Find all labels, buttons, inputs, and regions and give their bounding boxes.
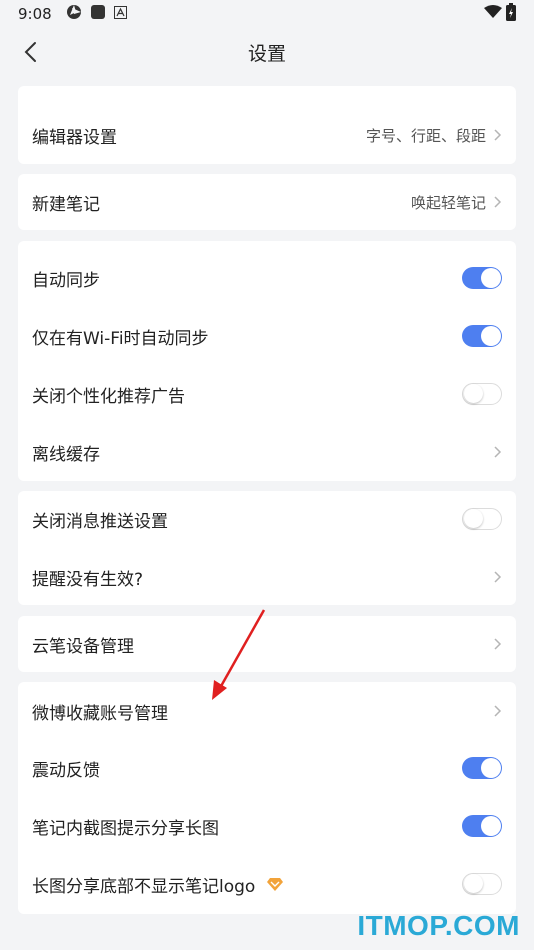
chevron-right-icon [494,638,502,650]
chevron-right-icon [494,446,502,458]
chevron-right-icon [494,705,502,717]
row-new-note[interactable]: 新建笔记 唤起轻笔记 [18,177,516,227]
row-label: 关闭消息推送设置 [32,511,168,532]
row-label: 仅在有Wi-Fi时自动同步 [32,328,209,349]
row-label: 关闭个性化推荐广告 [32,386,185,407]
status-time: 9:08 [18,5,52,23]
row-value: 字号、行距、段距 [365,126,486,145]
chevron-right-icon [494,571,502,583]
row-close-push: 关闭消息推送设置 [18,494,516,544]
close-ads-toggle[interactable] [462,383,502,405]
row-label: 离线缓存 [32,444,100,465]
chevron-right-icon [494,196,502,208]
status-bar: 9:08 [0,0,534,28]
square-icon [90,4,106,24]
row-weibo-account[interactable]: 微博收藏账号管理 [18,686,516,736]
close-push-toggle[interactable] [462,508,502,530]
font-a-icon [113,5,127,23]
card-misc: 微博收藏账号管理 震动反馈 笔记内截图提示分享长图 长图分享底部不显示笔记log… [18,682,516,914]
wifi-sync-toggle[interactable] [462,325,502,347]
row-label: 新建笔记 [32,194,100,215]
row-label: 提醒没有生效? [32,569,144,590]
card-sync: 自动同步 仅在有Wi-Fi时自动同步 关闭个性化推荐广告 离线缓存 [18,241,516,481]
row-close-ads: 关闭个性化推荐广告 [18,369,516,419]
row-device-management[interactable]: 云笔设备管理 [18,619,516,669]
chevron-left-icon [24,42,36,62]
row-label: 云笔设备管理 [32,636,134,657]
card-device: 云笔设备管理 [18,616,516,672]
card-push: 关闭消息推送设置 提醒没有生效? [18,491,516,605]
diamond-vip-icon [267,878,284,891]
row-screenshot-share: 笔记内截图提示分享长图 [18,801,516,851]
row-label: 微博收藏账号管理 [32,703,168,724]
card-editor: 编辑器设置 字号、行距、段距 [18,86,516,164]
row-reminder-help[interactable]: 提醒没有生效? [18,552,516,602]
app-header: 设置 [0,28,534,76]
row-editor-settings[interactable]: 编辑器设置 字号、行距、段距 [18,110,516,160]
chevron-right-icon [494,129,502,141]
screenshot-share-toggle[interactable] [462,815,502,837]
row-hide-logo: 长图分享底部不显示笔记logo [18,859,516,909]
page-title: 设置 [247,42,286,65]
row-offline-cache[interactable]: 离线缓存 [18,427,516,477]
row-label: 自动同步 [32,270,100,291]
row-vibration: 震动反馈 [18,743,516,793]
row-wifi-sync: 仅在有Wi-Fi时自动同步 [18,311,516,361]
card-new-note: 新建笔记 唤起轻笔记 [18,174,516,230]
wifi-icon [484,5,502,23]
row-auto-sync: 自动同步 [18,253,516,303]
row-label: 编辑器设置 [32,127,117,148]
row-label: 震动反馈 [32,760,100,781]
row-label: 长图分享底部不显示笔记logo [32,876,256,897]
watermark: ITMOP.COM [357,910,520,941]
hide-logo-toggle[interactable] [462,873,502,895]
aperture-icon [66,4,82,24]
vibration-toggle[interactable] [462,757,502,779]
row-label: 笔记内截图提示分享长图 [32,818,219,839]
back-button[interactable] [16,38,44,66]
auto-sync-toggle[interactable] [462,267,502,289]
row-value: 唤起轻笔记 [410,193,486,212]
battery-icon [506,3,516,25]
